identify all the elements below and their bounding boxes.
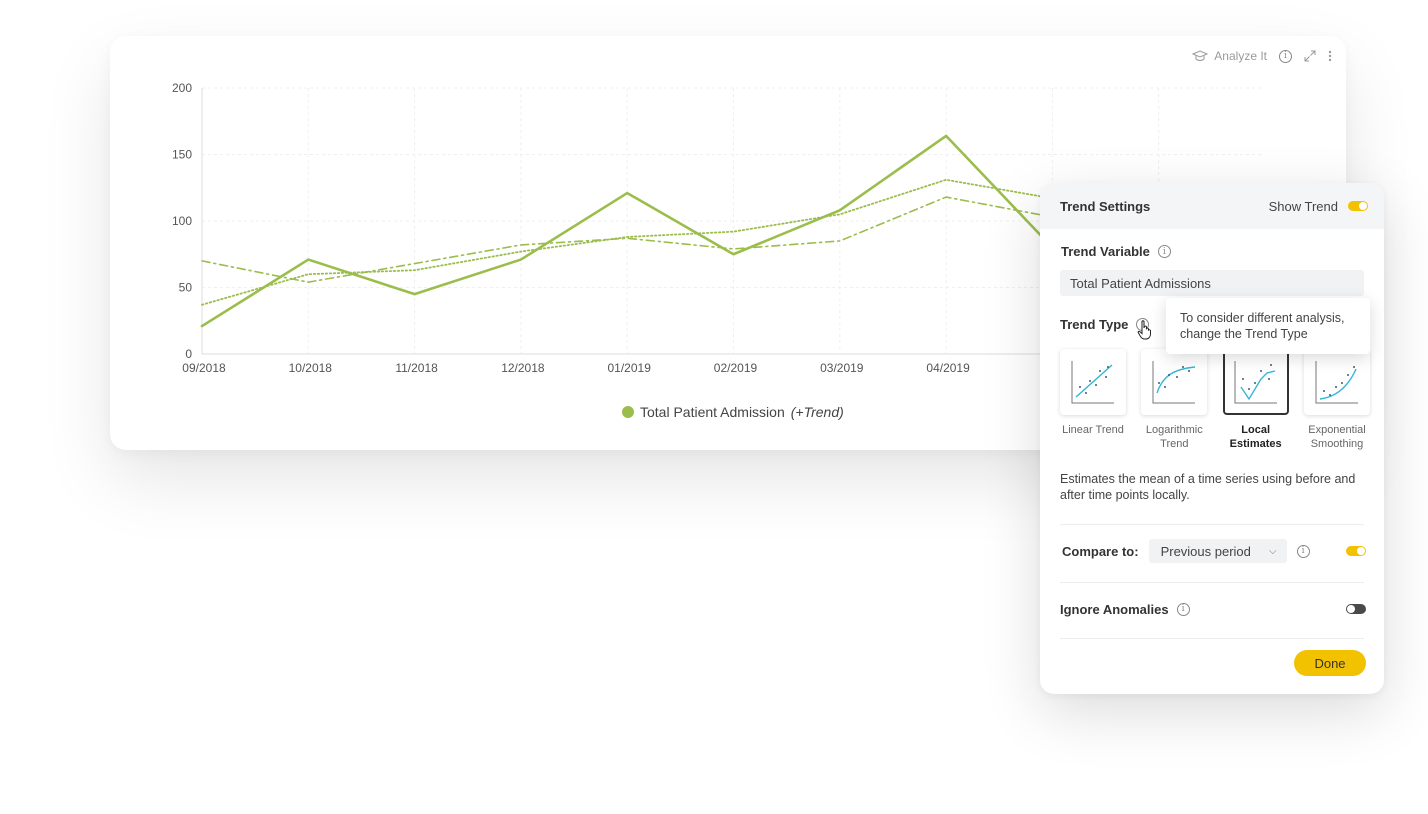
trend-settings-panel: Trend Settings Show Trend Trend Variable…	[1040, 183, 1384, 694]
compare-select[interactable]: Previous period ⌵	[1148, 539, 1287, 563]
panel-header: Trend Settings Show Trend	[1040, 183, 1384, 229]
show-trend-toggle[interactable]	[1348, 201, 1368, 211]
trend-type-label: Trend Type i	[1060, 317, 1150, 332]
type-label: Logarithmic Trend	[1145, 424, 1203, 450]
info-icon[interactable]: i	[1157, 245, 1171, 258]
anomalies-row: Ignore Anomalies i	[1060, 597, 1366, 621]
x-tick-label: 11/2018	[395, 361, 438, 375]
panel-title: Trend Settings	[1060, 198, 1151, 214]
trend-type-description: Estimates the mean of a time series usin…	[1060, 472, 1356, 502]
legend-dot	[622, 406, 634, 418]
stage: Analyze It i 0 50 100 150 200 09/2018 10/2018 1…	[0, 0, 1428, 814]
toggle-knob	[1359, 202, 1367, 210]
y-tick-label: 100	[172, 214, 192, 228]
linear-trend-icon	[1060, 349, 1126, 415]
trend-type-options: Linear Trend Logarithmic Trend Local Est…	[1060, 349, 1370, 451]
trend-variable-label: Trend Variable i	[1061, 244, 1171, 259]
divider	[1060, 582, 1364, 583]
show-trend-control: Show Trend	[1269, 199, 1368, 214]
exponential-smoothing-icon	[1303, 349, 1370, 415]
compare-value: Previous period	[1160, 543, 1251, 559]
divider	[1060, 638, 1364, 639]
toggle-knob	[1357, 547, 1365, 555]
trend-type-local-estimates[interactable]: Local Estimates	[1222, 349, 1289, 451]
legend-suffix: (+Trend)	[790, 404, 844, 420]
info-icon[interactable]: i	[1296, 544, 1310, 558]
x-tick-label: 09/2018	[182, 361, 226, 375]
x-tick-label: 04/2019	[926, 361, 970, 375]
trend-type-logarithmic[interactable]: Logarithmic Trend	[1141, 349, 1208, 451]
info-icon[interactable]: i	[1176, 602, 1190, 616]
x-tick-label: 02/2019	[714, 361, 758, 375]
logarithmic-trend-icon	[1141, 349, 1208, 415]
anomalies-label: Ignore Anomalies	[1060, 601, 1169, 617]
x-tick-label: 03/2019	[820, 361, 864, 375]
toggle-knob	[1347, 605, 1355, 613]
hand-cursor-icon	[1137, 320, 1153, 345]
x-tick-label: 01/2019	[608, 361, 652, 375]
x-tick-label: 10/2018	[289, 361, 333, 375]
trend-type-tooltip: To consider different analysis, change t…	[1166, 298, 1370, 354]
divider	[1060, 524, 1364, 525]
x-tick-label: 12/2018	[501, 361, 545, 375]
trend-type-linear[interactable]: Linear Trend	[1060, 349, 1126, 451]
trend-type-text: Trend Type	[1060, 317, 1129, 332]
done-button[interactable]: Done	[1294, 650, 1366, 676]
show-trend-label: Show Trend	[1268, 198, 1338, 214]
series-line-solid	[200, 134, 1054, 328]
compare-toggle[interactable]	[1346, 546, 1366, 556]
compare-row: Compare to: Previous period ⌵ i	[1062, 539, 1366, 563]
y-tick-label: 0	[185, 347, 192, 361]
local-estimates-icon	[1222, 349, 1289, 415]
compare-label: Compare to:	[1062, 543, 1139, 559]
ignore-anomalies-toggle[interactable]	[1346, 604, 1366, 614]
trend-variable-field[interactable]: Total Patient Admissions	[1060, 270, 1364, 296]
type-label: Exponential Smoothing	[1308, 424, 1366, 450]
y-tick-label: 50	[179, 281, 193, 295]
type-label: Linear Trend	[1062, 424, 1124, 436]
legend-label: Total Patient Admission	[640, 404, 785, 420]
y-tick-label: 200	[172, 81, 192, 95]
trend-variable-text: Trend Variable	[1061, 244, 1150, 259]
type-label: Local Estimates	[1229, 424, 1282, 450]
trend-type-exponential-smoothing[interactable]: Exponential Smoothing	[1303, 349, 1370, 451]
y-tick-label: 150	[172, 148, 192, 162]
chart-legend[interactable]: Total Patient Admission (+Trend)	[622, 404, 844, 420]
chevron-down-icon: ⌵	[1268, 545, 1277, 557]
